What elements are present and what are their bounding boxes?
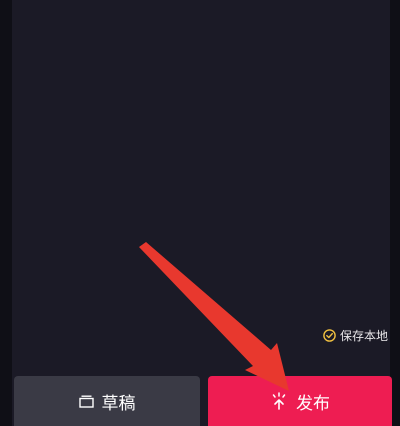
publish-label: 发布: [296, 393, 330, 414]
save-local-label: 保存本地: [339, 329, 388, 343]
draft-label: 草稿: [101, 393, 136, 414]
save-local-toggle[interactable]: 保存本地: [323, 327, 388, 344]
annotation-arrow: [139, 242, 289, 391]
annotation-arrow-shape: [139, 242, 289, 391]
bottom-action-bar: 草稿 发布: [0, 376, 400, 426]
draft-button[interactable]: 草稿: [14, 376, 200, 426]
left-edge: [0, 0, 12, 426]
check-circle-icon: [323, 329, 336, 342]
video-preview-screen: 保存本地 草稿 发布: [0, 0, 400, 426]
upload-sparkle-icon: [270, 392, 288, 410]
draft-box-icon: [78, 395, 94, 408]
right-edge: [390, 0, 400, 426]
publish-button[interactable]: 发布: [208, 376, 392, 426]
